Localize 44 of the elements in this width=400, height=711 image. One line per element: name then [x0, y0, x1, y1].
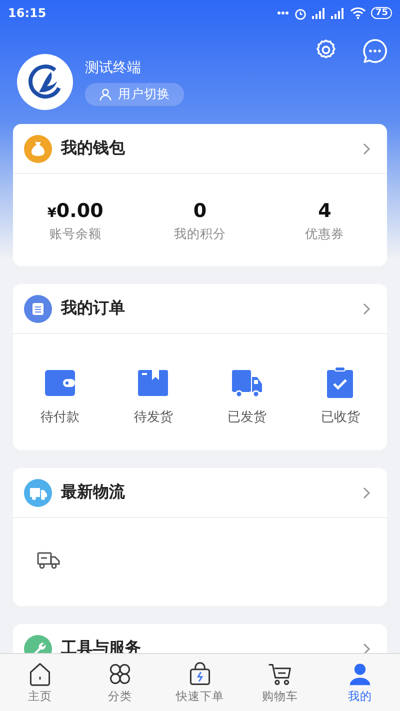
grid-icon	[107, 661, 133, 687]
stat-label: 优惠券	[305, 226, 344, 243]
tab[interactable]: 快速下单	[160, 654, 240, 711]
currency-sign: ¥	[47, 206, 56, 221]
section-title: 我的订单	[61, 298, 126, 319]
stat-value: 0.00	[56, 200, 104, 222]
user-icon	[99, 88, 112, 100]
order-status-label[interactable]: 待付款	[40, 408, 80, 426]
tab[interactable]: 分类	[80, 654, 160, 711]
chevron-right-icon[interactable]	[362, 302, 371, 316]
shopping-bag-icon	[187, 661, 213, 687]
signal-icon	[331, 8, 346, 18]
notification-dots-icon	[277, 11, 290, 15]
document-icon	[24, 294, 52, 322]
status-time: 16:15	[8, 6, 46, 20]
stat-label: 账号余额	[49, 226, 102, 243]
home-icon	[27, 661, 53, 687]
stat-value: 4	[318, 200, 332, 222]
stat-value: 0	[193, 200, 207, 222]
user-switch-button[interactable]: 用户切换	[85, 82, 184, 106]
section-title: 最新物流	[61, 482, 126, 503]
chat-icon[interactable]	[362, 38, 388, 64]
user-icon	[347, 661, 373, 687]
signal-icon	[312, 8, 326, 18]
money-bag-icon	[24, 134, 52, 162]
truck-outline-icon	[37, 550, 61, 570]
tab[interactable]: 我的	[320, 654, 400, 711]
chevron-right-icon[interactable]	[362, 642, 371, 656]
alarm-icon	[294, 6, 308, 20]
battery-level: 75	[371, 7, 392, 19]
chevron-right-icon[interactable]	[362, 486, 371, 500]
section-title: 我的钱包	[61, 138, 126, 159]
order-status-label[interactable]: 已收货	[320, 408, 360, 426]
delivery-truck-icon	[24, 478, 52, 506]
tab[interactable]: 主页	[0, 654, 80, 711]
chevron-right-icon[interactable]	[362, 142, 371, 156]
stat-label: 我的积分	[174, 226, 226, 243]
user-name: 测试终端	[85, 58, 142, 76]
wifi-icon	[350, 7, 366, 19]
order-status-label[interactable]: 待发货	[134, 408, 173, 426]
order-status-label[interactable]: 已发货	[227, 408, 266, 426]
cart-icon	[267, 661, 293, 687]
avatar-logo	[17, 54, 73, 110]
tab[interactable]: 购物车	[240, 654, 320, 711]
